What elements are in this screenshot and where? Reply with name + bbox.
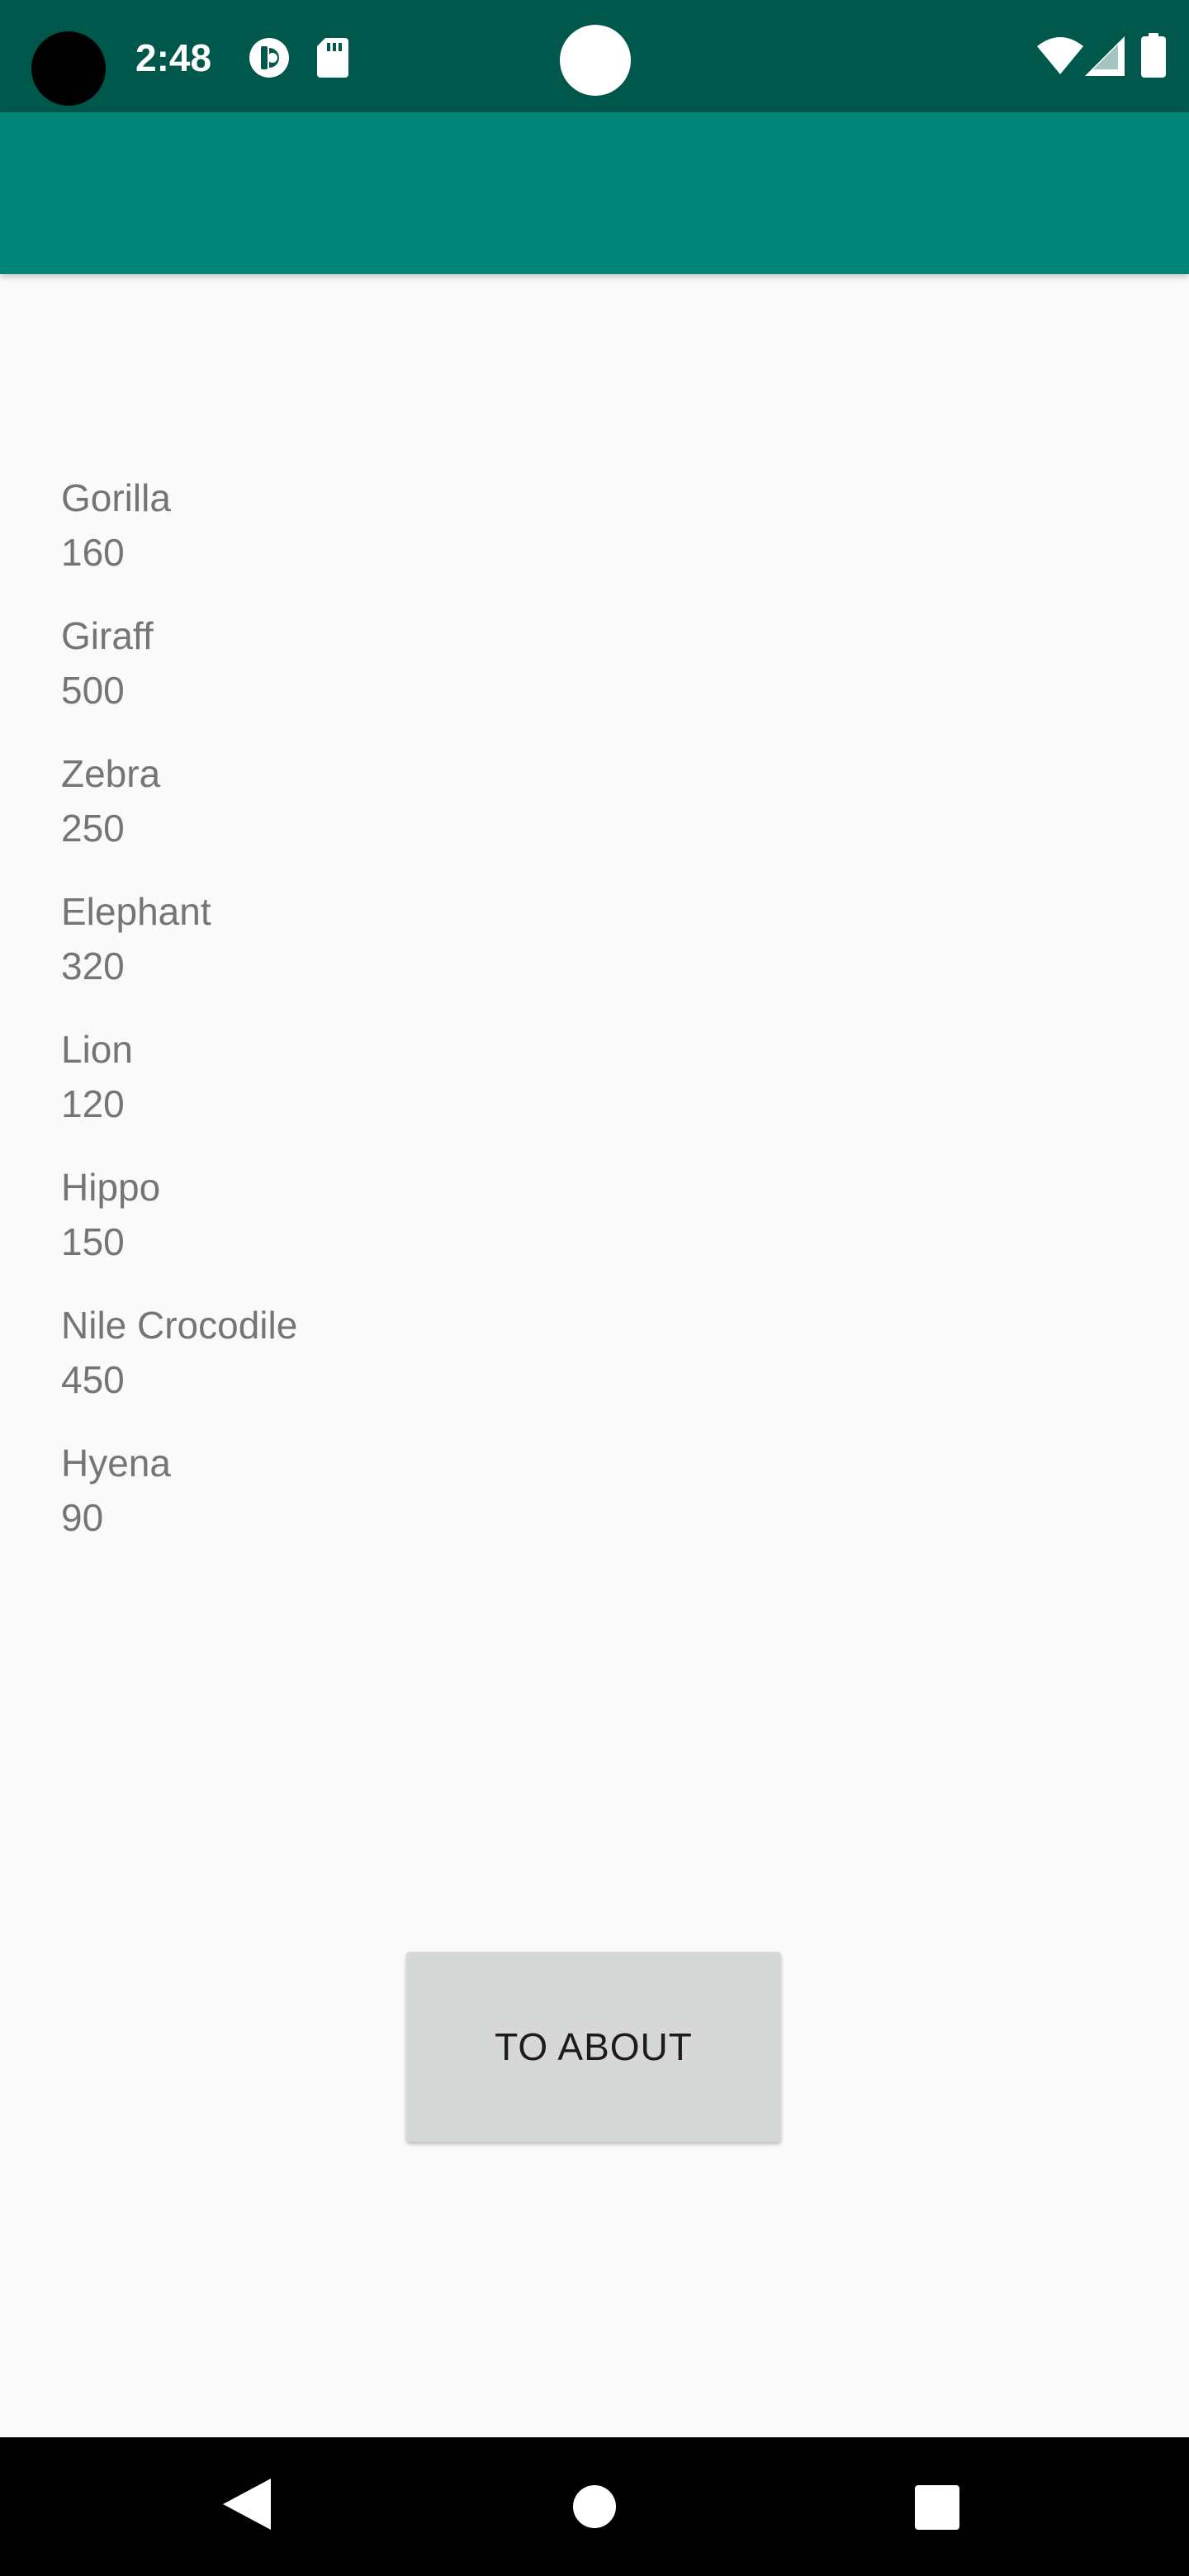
animal-name: Giraff bbox=[61, 614, 154, 657]
animal-value: 500 bbox=[61, 669, 125, 712]
animal-name: Elephant bbox=[61, 890, 211, 933]
app-bar bbox=[0, 112, 1189, 274]
list-item: Elephant 320 bbox=[61, 884, 722, 1022]
list-item: Hyena 90 bbox=[61, 1436, 722, 1574]
animal-value: 320 bbox=[61, 945, 125, 987]
list-item: Giraff 500 bbox=[61, 608, 722, 746]
animal-name: Gorilla bbox=[61, 476, 171, 519]
animal-list: Gorilla 160 Giraff 500 Zebra 250 Elephan… bbox=[61, 471, 722, 1574]
animal-value: 120 bbox=[61, 1082, 125, 1125]
animal-value: 450 bbox=[61, 1358, 125, 1401]
list-item: Lion 120 bbox=[61, 1022, 722, 1160]
camera-cutout bbox=[31, 31, 106, 106]
screen: 2:48 Gorilla 160 Giraff 500 Zebra 250 El… bbox=[0, 0, 1189, 2576]
animal-name: Lion bbox=[61, 1028, 133, 1071]
list-item: Nile Crocodile 450 bbox=[61, 1298, 722, 1436]
wifi-icon bbox=[1037, 37, 1083, 74]
back-icon[interactable] bbox=[223, 2479, 271, 2530]
animal-name: Hippo bbox=[61, 1166, 161, 1209]
notification-dot bbox=[560, 25, 631, 96]
recents-icon[interactable] bbox=[915, 2485, 959, 2530]
list-item: Hippo 150 bbox=[61, 1160, 722, 1298]
animal-value: 90 bbox=[61, 1496, 104, 1539]
animal-value: 250 bbox=[61, 807, 125, 850]
signal-icon bbox=[1085, 36, 1125, 76]
battery-icon bbox=[1141, 33, 1166, 78]
animal-name: Hyena bbox=[61, 1442, 171, 1485]
animal-value: 160 bbox=[61, 531, 125, 574]
sd-card-icon bbox=[317, 38, 348, 78]
status-time: 2:48 bbox=[135, 36, 212, 79]
animal-name: Nile Crocodile bbox=[61, 1304, 298, 1347]
animal-name: Zebra bbox=[61, 752, 161, 795]
status-bar: 2:48 bbox=[0, 0, 1189, 112]
navigation-bar bbox=[0, 2437, 1189, 2576]
to-about-button[interactable]: TO ABOUT bbox=[406, 1952, 781, 2142]
list-item: Gorilla 160 bbox=[61, 471, 722, 608]
animal-value: 150 bbox=[61, 1220, 125, 1263]
list-item: Zebra 250 bbox=[61, 746, 722, 884]
sync-icon bbox=[249, 38, 289, 78]
home-icon[interactable] bbox=[573, 2485, 616, 2528]
